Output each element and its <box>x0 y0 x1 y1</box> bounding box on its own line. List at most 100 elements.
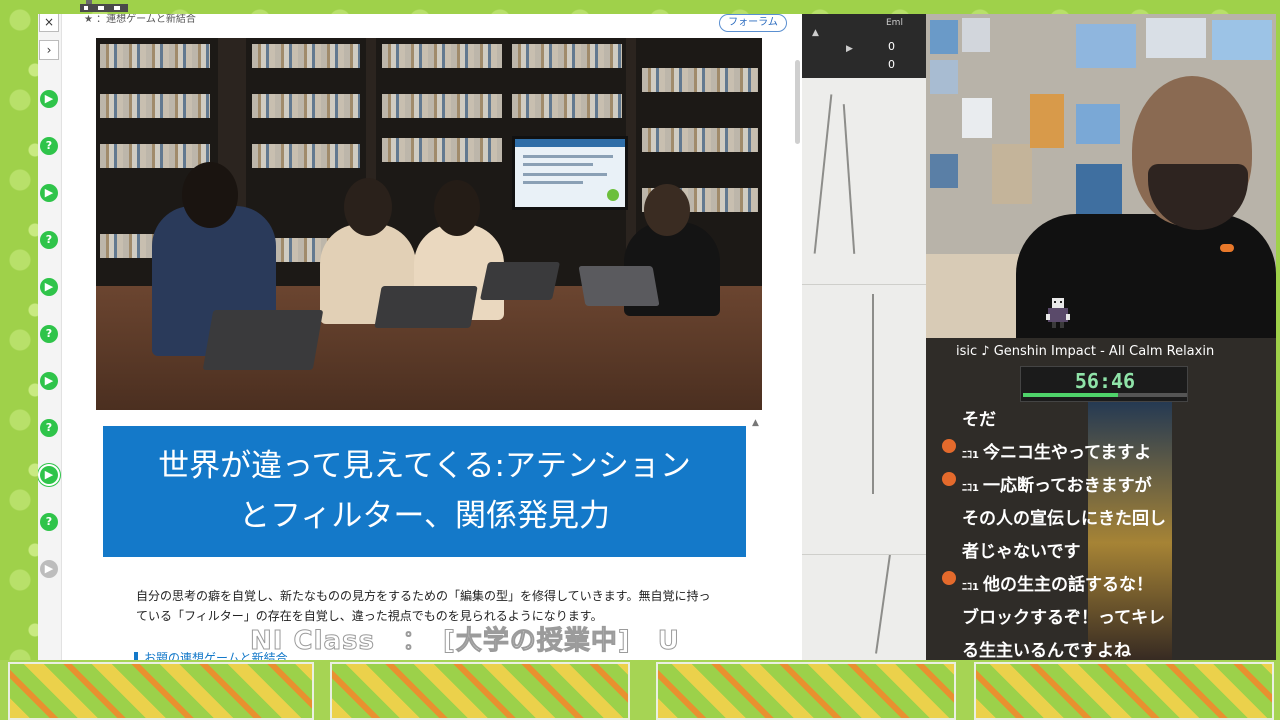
lesson-title-line-1: 世界が違って見えてくる:アテンション <box>158 448 691 484</box>
presentation-monitor <box>512 136 628 210</box>
quiz-icon[interactable]: ? <box>40 513 58 531</box>
media-control-bar: Eml 0 0 ▲ ▶ <box>802 14 926 78</box>
wall-poster <box>1076 164 1122 220</box>
book-row <box>382 138 502 162</box>
quiz-icon[interactable]: ? <box>40 419 58 437</box>
laptop <box>479 262 561 300</box>
wall-poster <box>1146 18 1206 58</box>
chat-message-text: 今ニコ生やってますよ <box>982 443 1152 463</box>
chat-message: ﾆｺ1 今ニコ生やってますよ <box>962 437 1242 472</box>
book-row <box>100 44 210 68</box>
lesson-play-icon[interactable]: ▶ <box>40 560 58 578</box>
chat-message: そだ <box>962 404 1242 437</box>
wall-poster <box>962 18 990 52</box>
now-playing-ticker: isic ♪ Genshin Impact - All Calm Relaxin <box>956 344 1215 359</box>
browser-top-bar: ★ ：連想ゲームと新結合 フォーラム <box>38 14 802 36</box>
classroom-photo <box>96 38 762 410</box>
expand-rail-button[interactable]: › <box>39 40 59 60</box>
wall-poster <box>930 154 958 188</box>
book-row <box>252 94 360 118</box>
sketch-notes-panel: Eml 0 0 ▲ ▶ <box>802 14 926 660</box>
chat-message: ﾆｺ1 他の生主の話するな！ <box>962 569 1242 604</box>
pixel-avatar-icon <box>1046 298 1070 328</box>
quiz-icon[interactable]: ? <box>40 231 58 249</box>
chat-user-prefix: ﾆｺ1 <box>962 450 979 461</box>
lesson-play-icon[interactable]: ▶ <box>40 90 58 108</box>
paper-edge <box>802 554 926 555</box>
wall-poster <box>992 144 1032 204</box>
streamer-webcam <box>926 14 1276 338</box>
chat-badge-icon <box>942 571 956 585</box>
pixel-critter-icon <box>80 0 128 12</box>
chat-message-text: ブロックするぞ！ってキレ <box>962 608 1166 628</box>
play-icon[interactable]: ▶ <box>846 44 853 54</box>
lesson-play-icon[interactable]: ▶ <box>40 466 58 484</box>
wall-poster <box>1076 24 1136 68</box>
paper-edge <box>802 284 926 285</box>
readout-value: 0 <box>888 40 895 53</box>
book-row <box>100 144 210 168</box>
chat-message-text: 者じゃないです <box>962 542 1081 562</box>
bottom-decoration-strip <box>0 660 1280 720</box>
book-row <box>512 44 622 68</box>
close-rail-button[interactable]: × <box>39 14 59 32</box>
decor-frame <box>974 662 1274 720</box>
laptop <box>374 286 478 328</box>
book-row <box>252 44 360 68</box>
scroll-up-icon[interactable]: ▲ <box>752 418 759 428</box>
page-scrollbar[interactable] <box>795 60 800 144</box>
laptop <box>578 266 660 306</box>
book-row <box>252 144 360 168</box>
lesson-play-icon[interactable]: ▶ <box>40 372 58 390</box>
wall-poster <box>930 60 958 94</box>
chat-user-prefix: ﾆｺ1 <box>962 582 979 593</box>
lesson-side-rail: × › ▶? ▶? ▶? ▶? ▶? ▶ <box>38 14 62 660</box>
chat-badge-icon <box>942 472 956 486</box>
laptop <box>202 310 324 370</box>
timer-readout: 56:46 <box>1074 369 1136 393</box>
wall-poster <box>1030 94 1064 148</box>
chat-user-prefix: ﾆｺ1 <box>962 483 979 494</box>
wall-poster <box>1212 20 1272 60</box>
sketch-stroke <box>875 554 891 654</box>
book-row <box>382 94 502 118</box>
book-row <box>512 94 622 118</box>
readout-label: Eml <box>886 18 903 28</box>
sketch-stroke <box>842 104 856 254</box>
chat-overlay-panel: isic ♪ Genshin Impact - All Calm Relaxin… <box>926 338 1276 660</box>
quiz-icon[interactable]: ? <box>40 325 58 343</box>
chat-message-text: そだ <box>962 410 996 430</box>
headset-mic-icon <box>1220 244 1234 252</box>
lesson-play-icon[interactable]: ▶ <box>40 184 58 202</box>
book-row <box>100 94 210 118</box>
chat-message-text: 他の生主の話するな！ <box>982 575 1153 595</box>
stream-timer: 56:46 <box>1020 366 1188 402</box>
stream-title-overlay: NI Class ： [大学の授業中] U <box>250 626 680 657</box>
chat-badge-icon <box>942 439 956 453</box>
chat-message: る生主いるんですよね <box>962 635 1242 660</box>
timer-progress-fill <box>1023 393 1119 397</box>
chat-message: 者じゃないです <box>962 536 1242 569</box>
chat-message-text: 一応断っておきますが <box>982 476 1152 496</box>
chat-message: ブロックするぞ！ってキレ <box>962 602 1242 635</box>
chat-message-text: その人の宣伝しにきた回し <box>962 509 1166 529</box>
chat-message: ﾆｺ1 一応断っておきますが <box>962 470 1242 505</box>
breadcrumb[interactable]: ★ ：連想ゲームと新結合 <box>84 14 196 26</box>
teacher-head <box>644 184 690 236</box>
lesson-play-icon[interactable]: ▶ <box>40 278 58 296</box>
decor-frame <box>8 662 314 720</box>
lesson-title-line-2: とフィルター、関係発見力 <box>238 498 611 534</box>
arrow-up-icon[interactable]: ▲ <box>812 28 819 38</box>
book-row <box>642 68 758 92</box>
chat-message-text: る生主いるんですよね <box>962 641 1132 660</box>
wall-poster <box>962 98 992 138</box>
lesson-title-banner: 世界が違って見えてくる:アテンション とフィルター、関係発見力 <box>103 426 746 557</box>
readout-value: 0 <box>888 58 895 71</box>
wall-poster <box>1076 104 1120 144</box>
book-row <box>382 44 502 68</box>
quiz-icon[interactable]: ? <box>40 137 58 155</box>
decor-frame <box>656 662 956 720</box>
wall-poster <box>930 20 958 54</box>
book-row <box>642 128 758 152</box>
forum-button[interactable]: フォーラム <box>719 14 787 32</box>
